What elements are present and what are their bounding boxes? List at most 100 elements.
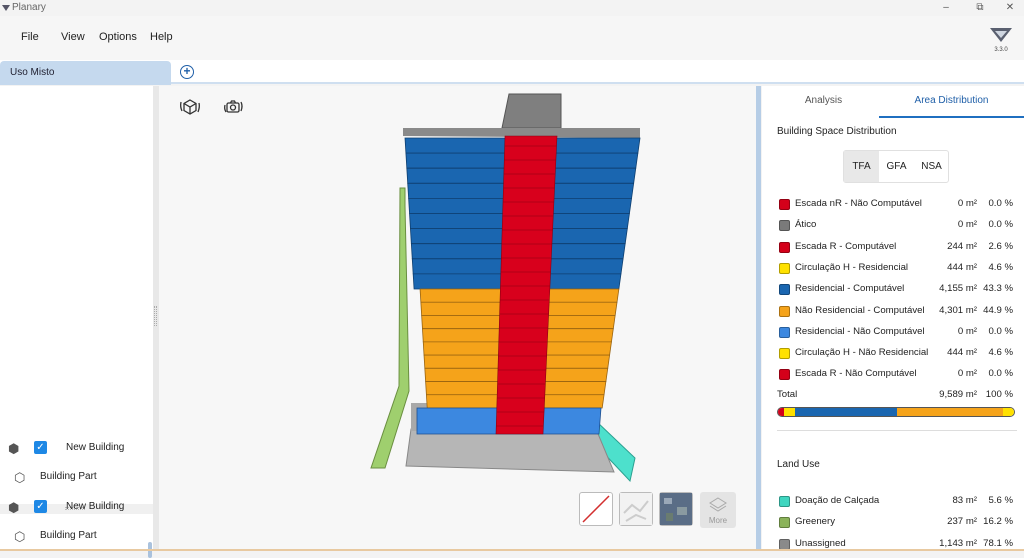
category-name: Greenery <box>795 516 835 528</box>
color-swatch <box>779 220 790 232</box>
total-area: 9,589 m² <box>939 389 977 400</box>
building-model[interactable] <box>159 86 756 551</box>
space-row: Circulação H - Residencial 444 m² 4.6 % <box>777 261 1017 277</box>
distribution-segment <box>794 408 898 416</box>
category-area: 0 m² <box>957 219 977 231</box>
right-panel-splitter[interactable] <box>756 86 761 551</box>
category-area: 1,143 m² <box>939 537 977 549</box>
version-badge: 3.3.0 <box>988 28 1014 53</box>
building-icon: ⬢ <box>8 500 20 515</box>
category-name: Residencial - Não Computável <box>795 325 925 337</box>
distribution-segment <box>897 408 1004 416</box>
color-swatch <box>779 369 790 381</box>
app-title: Planary <box>12 2 46 13</box>
more-label: More <box>708 516 728 525</box>
category-area: 83 m² <box>952 495 977 506</box>
tree-item-building-part[interactable]: ⬡ Building Part <box>0 522 153 550</box>
app-logo-icon <box>2 3 10 14</box>
distribution-bar <box>777 407 1015 417</box>
land-row: Doação de Calçada 83 m² 5.6 % <box>777 494 1017 510</box>
category-percent: 0.0 % <box>988 325 1013 337</box>
building-part-icon: ⬡ <box>14 529 26 544</box>
menu-bar: File View Options Help 3.3.0 <box>0 16 1024 60</box>
restore-button[interactable]: ⧉ <box>968 0 992 16</box>
menu-options[interactable]: Options <box>99 31 137 43</box>
document-tab-bar: Uso Misto + <box>0 60 1024 85</box>
menu-view[interactable]: View <box>61 31 85 43</box>
area-mode-selector: TFA GFA NSA <box>843 150 949 183</box>
color-swatch <box>779 284 790 296</box>
space-row: Escada nR - Não Computável 0 m² 0.0 % <box>777 197 1017 213</box>
category-area: 0 m² <box>957 198 977 209</box>
category-name: Escada R - Não Computável <box>795 368 917 380</box>
category-percent: 4.6 % <box>988 347 1013 359</box>
category-percent: 0.0 % <box>988 368 1013 380</box>
color-swatch <box>779 199 790 210</box>
color-swatch <box>779 517 790 529</box>
tree-item-label: Building Part <box>40 471 97 482</box>
tab-area-distribution[interactable]: Area Distribution <box>879 86 1024 118</box>
category-percent: 0.0 % <box>988 198 1013 209</box>
category-area: 444 m² <box>947 261 977 273</box>
category-percent: 78.1 % <box>983 537 1013 549</box>
space-row: Ático 0 m² 0.0 % <box>777 218 1017 234</box>
brand-logo-icon <box>990 28 1012 42</box>
total-label: Total <box>777 389 798 400</box>
tree-item-building[interactable]: ⬢ ✓ New Building <box>0 493 153 521</box>
land-row: Greenery 237 m² 16.2 % <box>777 515 1017 531</box>
mode-gfa-button[interactable]: GFA <box>879 151 914 182</box>
building-icon: ⬢ <box>8 441 20 456</box>
category-name: Unassigned <box>795 537 846 549</box>
total-percent: 100 % <box>985 389 1013 400</box>
menu-file[interactable]: File <box>21 31 39 43</box>
category-area: 444 m² <box>947 347 977 359</box>
layers-icon <box>709 497 727 512</box>
close-button[interactable]: ✕ <box>998 0 1022 16</box>
category-area: 0 m² <box>957 368 977 380</box>
category-percent: 5.6 % <box>988 495 1013 506</box>
tree-item-building-part[interactable]: ⬡ Building Part <box>0 463 153 491</box>
category-name: Escada nR - Não Computável <box>795 198 922 209</box>
tree-item-label: New Building <box>66 442 125 453</box>
space-row: Não Residencial - Computável 4,301 m² 44.9… <box>777 304 1017 320</box>
3d-viewport[interactable]: More <box>159 86 756 551</box>
space-row: Circulação H - Não Residencial 444 m² 4.6 … <box>777 346 1017 362</box>
more-layers-button[interactable]: More <box>700 492 736 528</box>
map-view-icon[interactable] <box>619 492 653 526</box>
satellite-view-icon[interactable] <box>659 492 693 526</box>
category-percent: 44.9 % <box>983 304 1013 316</box>
category-percent: 43.3 % <box>983 283 1013 295</box>
category-area: 0 m² <box>957 325 977 337</box>
tree-item-building[interactable]: ⬢ ✓ New Building <box>0 434 153 462</box>
category-name: Circulação H - Residencial <box>795 261 909 273</box>
category-area: 4,155 m² <box>939 283 977 295</box>
distribution-segment <box>784 408 795 416</box>
space-row: Escada R - Não Computável 0 m² 0.0 % <box>777 367 1017 383</box>
category-percent: 2.6 % <box>988 240 1013 252</box>
color-swatch <box>779 348 790 360</box>
version-label: 3.3.0 <box>994 47 1008 53</box>
visibility-checkbox[interactable]: ✓ <box>34 500 47 513</box>
tab-analysis[interactable]: Analysis <box>762 86 885 118</box>
scene-tree-panel: ⬢ ✓ New Building ⬡ Building Part ⬢ ✓ New… <box>0 86 153 558</box>
color-swatch <box>779 326 790 338</box>
no-map-icon[interactable] <box>579 492 613 526</box>
tab-uso-misto[interactable]: Uso Misto <box>0 61 171 85</box>
area-distribution-panel: Analysis Area Distribution Building Spac… <box>762 86 1024 551</box>
category-area: 4,301 m² <box>939 304 977 316</box>
tree-item-label: New Building <box>66 501 125 512</box>
category-percent: 0.0 % <box>988 219 1013 231</box>
minimize-button[interactable]: – <box>934 0 958 16</box>
visibility-checkbox[interactable]: ✓ <box>34 441 47 454</box>
category-name: Escada R - Computável <box>795 240 897 252</box>
category-name: Residencial - Computável <box>795 283 905 295</box>
add-tab-icon[interactable]: + <box>180 65 194 79</box>
category-area: 237 m² <box>947 516 977 528</box>
section-divider <box>777 430 1017 431</box>
menu-help[interactable]: Help <box>150 31 173 43</box>
color-swatch <box>779 305 790 317</box>
building-part-icon: ⬡ <box>14 470 26 485</box>
mode-tfa-button[interactable]: TFA <box>844 151 879 182</box>
tree-item-label: Building Part <box>40 530 97 541</box>
mode-nsa-button[interactable]: NSA <box>914 151 949 182</box>
